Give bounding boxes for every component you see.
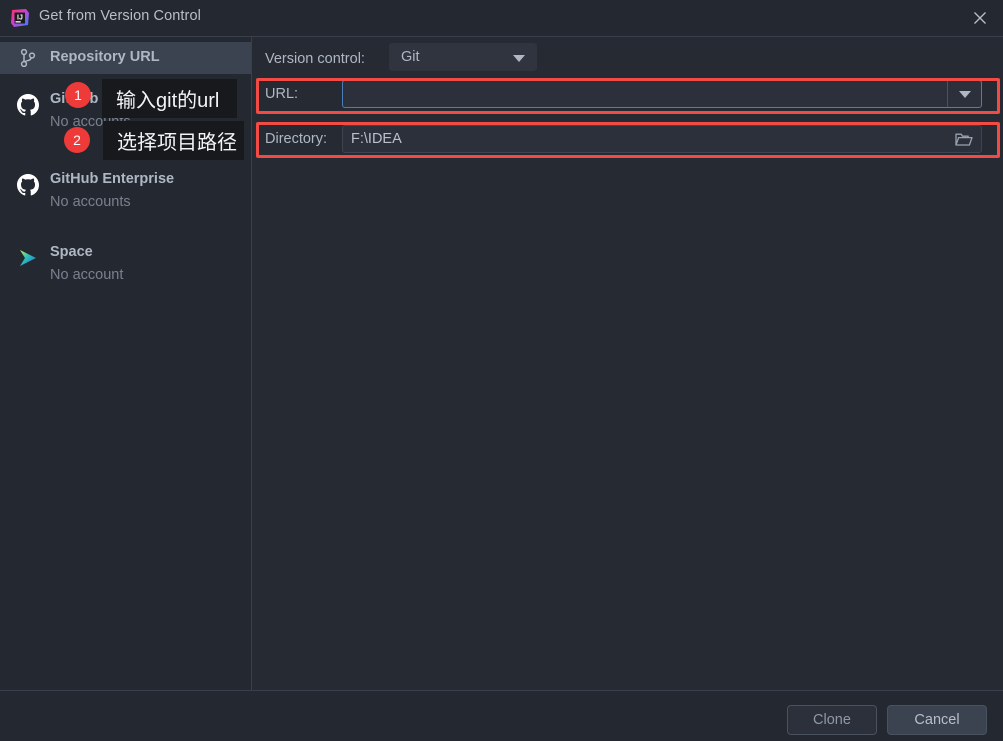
git-branch-icon [16,46,40,70]
badge-2: 2 [64,127,90,153]
callout-2: 选择项目路径 [103,121,244,160]
url-history-dropdown-button[interactable] [947,81,981,107]
chevron-down-icon [513,55,525,62]
intellij-idea-logo-icon: IJ [10,8,30,28]
sidebar-item-subtitle: No account [50,267,124,283]
sidebar-item-subtitle: No accounts [50,194,131,210]
callout-1-text: 输入git的url [116,90,220,112]
url-label: URL: [265,86,299,102]
version-control-label: Version control: [265,51,365,67]
url-field-wrapper[interactable] [342,80,982,108]
directory-input[interactable] [343,131,947,147]
directory-field-wrapper[interactable] [342,125,982,153]
main-panel: Version control: Git URL: Directory: [252,37,1003,690]
version-control-value: Git [401,49,420,65]
directory-label: Directory: [265,131,328,147]
badge-1: 1 [65,82,91,108]
jetbrains-space-icon [16,246,40,270]
sidebar-item-label: Space [50,244,93,260]
github-icon [16,93,40,117]
sidebar-item-github-enterprise[interactable]: GitHub Enterprise No accounts [0,167,251,219]
github-icon [16,173,40,197]
sidebar-item-space[interactable]: Space No account [0,240,251,292]
window-title: Get from Version Control [39,8,201,24]
footer: Clone Cancel [0,691,1003,741]
dialog-get-from-version-control: IJ Get from Version Control Repository U… [0,0,1003,741]
cancel-button[interactable]: Cancel [887,705,987,735]
close-icon[interactable] [957,0,1003,36]
chevron-down-icon [958,90,971,98]
clone-button[interactable]: Clone [787,705,877,735]
folder-icon[interactable] [947,126,981,152]
url-input[interactable] [343,81,947,107]
sidebar-item-repository-url[interactable]: Repository URL [0,42,251,74]
title-bar: IJ Get from Version Control [0,0,1003,36]
callout-1: 输入git的url [102,79,237,118]
svg-text:IJ: IJ [17,14,23,21]
callout-2-text: 选择项目路径 [117,132,237,154]
sidebar-item-label: Repository URL [50,49,160,65]
sidebar-item-label: GitHub Enterprise [50,171,175,187]
version-control-select[interactable]: Git [389,43,537,71]
